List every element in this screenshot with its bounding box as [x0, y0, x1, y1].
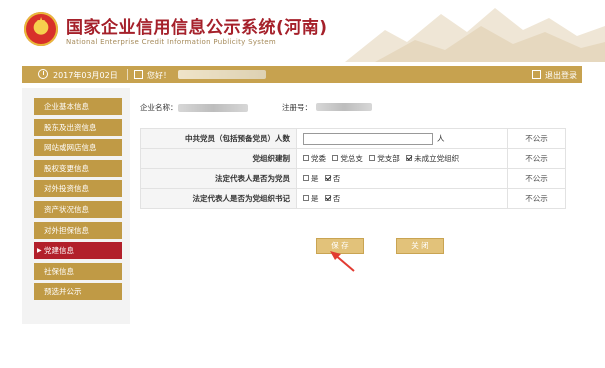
active-triangle-icon: ▶	[37, 247, 42, 255]
option-label: 党支部	[377, 154, 400, 163]
field-label: 党组织建制	[140, 148, 297, 169]
field-value: 党委 党总支 党支部 未成立党组织	[296, 148, 508, 169]
option-label: 未成立党组织	[414, 154, 460, 163]
redacted-company-name	[177, 104, 248, 112]
sidebar-item-basic-info[interactable]: 企业基本信息	[34, 98, 122, 115]
sidebar-item-party-building[interactable]: ▶ 党建信息	[34, 242, 122, 260]
sidebar-item-preview-publish[interactable]: 预选并公示	[34, 283, 122, 301]
sidebar-item-label: 社保信息	[44, 266, 74, 276]
divider	[127, 69, 128, 80]
publicity-status[interactable]: 不公示	[507, 188, 566, 209]
registration-label: 注册号：	[282, 103, 312, 112]
sidebar-item-social-security[interactable]: 社保信息	[34, 262, 122, 280]
checkbox[interactable]	[332, 155, 339, 161]
field-label: 中共党员（包括预备党员）人数	[140, 128, 297, 149]
option-label: 党总支	[340, 154, 363, 163]
sidebar-item-equity-change[interactable]: 股权变更信息	[34, 159, 122, 177]
option-yes[interactable]: 是	[303, 194, 319, 203]
option-label: 否	[332, 194, 341, 203]
content-area: 企业名称： 注册号： 中共党员（包括预备党员）人数 人 不公示 党组织建制 党委…	[130, 88, 582, 324]
site-subtitle: National Enterprise Credit Information P…	[66, 38, 277, 46]
field-value: 人	[296, 128, 508, 149]
field-value: 是 否	[296, 168, 508, 189]
sidebar-item-label: 网站或网店信息	[44, 143, 97, 153]
form-row: 中共党员（包括预备党员）人数 人 不公示	[140, 128, 566, 149]
site-title: 国家企业信用信息公示系统(河南)	[66, 18, 328, 38]
option-label: 党委	[311, 154, 326, 163]
clock-icon	[38, 69, 48, 79]
field-label: 法定代表人是否为党员	[140, 168, 297, 189]
sidebar: 企业基本信息 股东及出资信息 网站或网店信息 股权变更信息 对外投资信息 资产状…	[34, 98, 122, 304]
save-button[interactable]: 保 存	[316, 238, 364, 254]
logout-link[interactable]: 退出登录	[545, 70, 577, 81]
sidebar-item-label: 党建信息	[44, 246, 74, 256]
option-party-committee[interactable]: 党委	[303, 154, 326, 163]
company-info: 企业名称： 注册号：	[140, 102, 372, 113]
sidebar-item-website[interactable]: 网站或网店信息	[34, 139, 122, 157]
sidebar-item-assets[interactable]: 资产状况信息	[34, 200, 122, 218]
mountain-decoration	[345, 8, 605, 62]
redacted-registration-number	[316, 103, 372, 111]
option-general-branch[interactable]: 党总支	[332, 154, 363, 163]
checkbox-checked[interactable]	[324, 175, 331, 181]
form-row: 党组织建制 党委 党总支 党支部 未成立党组织 不公示	[140, 148, 566, 169]
form-row: 法定代表人是否为党员 是 否 不公示	[140, 168, 566, 189]
checkbox-checked[interactable]	[324, 195, 331, 201]
national-emblem-icon: ★	[24, 12, 58, 46]
field-label: 法定代表人是否为党组织书记	[140, 188, 297, 209]
option-yes[interactable]: 是	[303, 174, 319, 183]
company-name-label: 企业名称：	[140, 103, 178, 112]
party-building-form: 中共党员（包括预备党员）人数 人 不公示 党组织建制 党委 党总支 党支部 未成…	[140, 128, 566, 209]
sidebar-item-label: 股权变更信息	[44, 163, 89, 173]
checkbox[interactable]	[303, 195, 309, 201]
checkbox[interactable]	[303, 155, 309, 161]
checkbox-checked[interactable]	[406, 155, 413, 161]
option-no[interactable]: 否	[324, 174, 341, 183]
party-member-count-input[interactable]	[303, 132, 433, 145]
checkbox[interactable]	[369, 155, 376, 161]
option-label: 是	[311, 194, 319, 203]
logout-icon[interactable]	[532, 70, 541, 79]
user-icon	[134, 70, 143, 79]
header: ★ 国家企业信用信息公示系统(河南) National Enterprise C…	[0, 0, 605, 62]
sidebar-item-guarantee[interactable]: 对外担保信息	[34, 221, 122, 239]
main-panel: 企业基本信息 股东及出资信息 网站或网店信息 股权变更信息 对外投资信息 资产状…	[22, 88, 582, 324]
close-button[interactable]: 关 闭	[396, 238, 444, 254]
option-label: 是	[311, 174, 319, 183]
publicity-status[interactable]: 不公示	[507, 128, 566, 149]
unit-label: 人	[437, 133, 445, 143]
form-row: 法定代表人是否为党组织书记 是 否 不公示	[140, 188, 566, 209]
sidebar-item-shareholders[interactable]: 股东及出资信息	[34, 118, 122, 136]
sidebar-item-label: 企业基本信息	[44, 102, 89, 111]
sidebar-item-label: 对外投资信息	[44, 184, 89, 194]
option-label: 否	[332, 174, 341, 183]
option-branch[interactable]: 党支部	[369, 154, 400, 163]
greeting: 您好！	[147, 71, 171, 80]
option-no-organization[interactable]: 未成立党组织	[406, 154, 459, 163]
sidebar-item-investment[interactable]: 对外投资信息	[34, 180, 122, 198]
current-date: 2017年03月02日	[53, 71, 118, 80]
sidebar-item-label: 预选并公示	[44, 287, 82, 297]
field-value: 是 否	[296, 188, 508, 209]
sidebar-item-label: 资产状况信息	[44, 204, 89, 214]
publicity-status[interactable]: 不公示	[507, 168, 566, 189]
sidebar-item-label: 对外担保信息	[44, 225, 89, 235]
top-bar: 2017年03月02日 您好！ 退出登录	[22, 66, 582, 83]
redacted-username	[178, 70, 266, 79]
option-no[interactable]: 否	[324, 194, 341, 203]
checkbox[interactable]	[303, 175, 309, 181]
sidebar-item-label: 股东及出资信息	[44, 122, 97, 132]
publicity-status[interactable]: 不公示	[507, 148, 566, 169]
